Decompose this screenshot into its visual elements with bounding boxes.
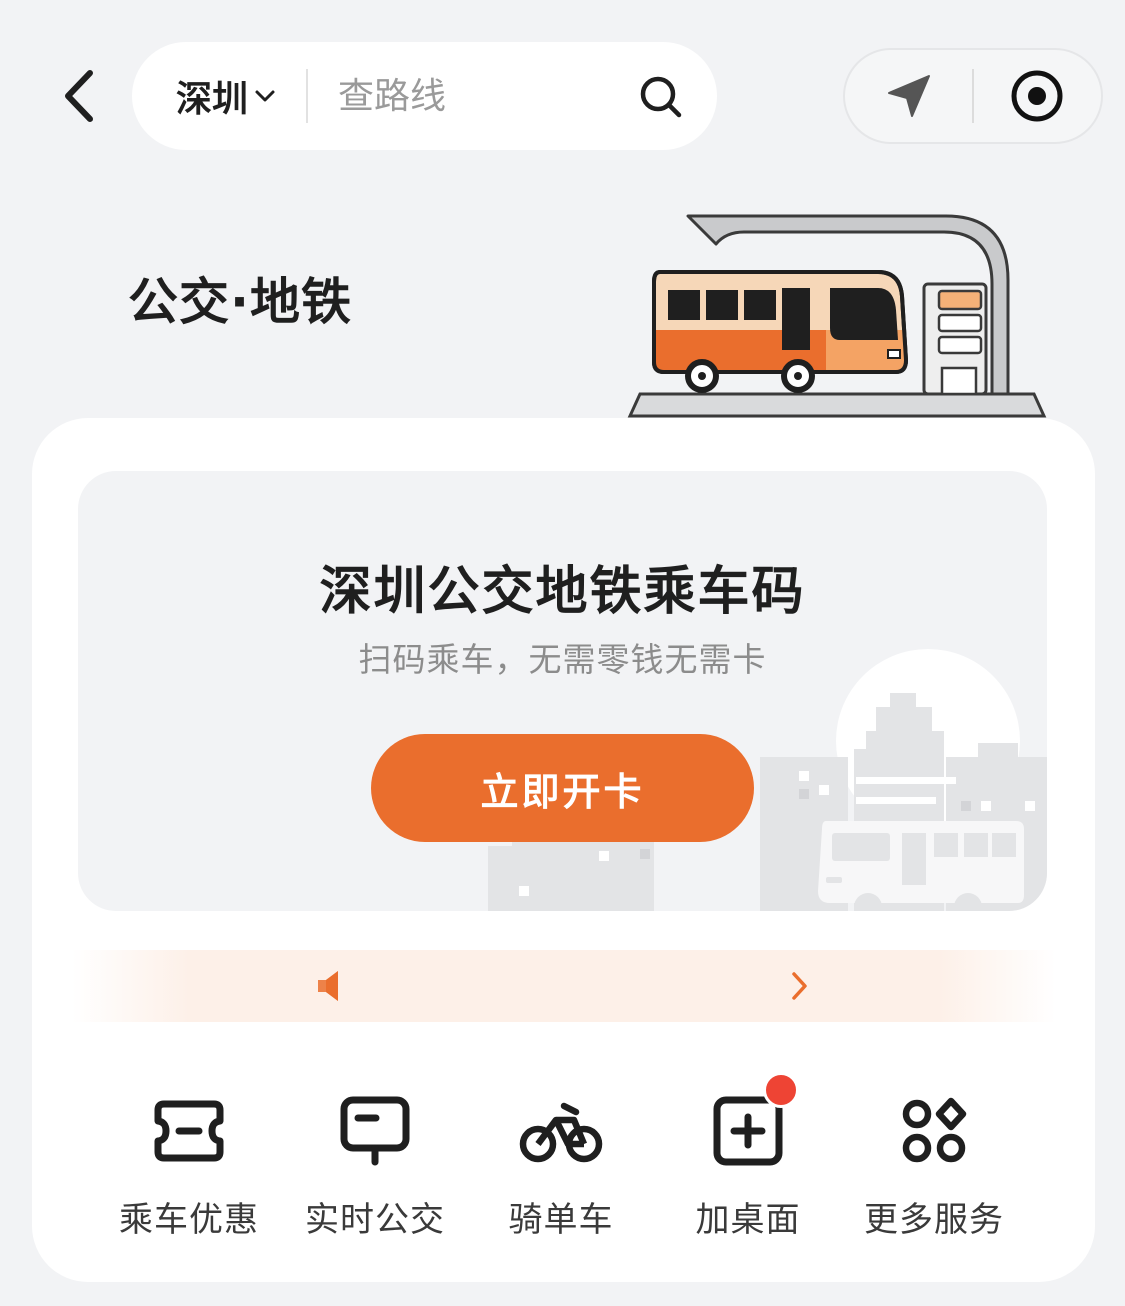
add-to-desktop-icon — [711, 1072, 799, 1168]
chevron-left-icon — [65, 70, 93, 122]
bus-station-illustration — [627, 214, 1047, 418]
ride-code-promo-card: 深圳公交地铁乘车码 扫码乘车，无需零钱无需卡 立即开卡 — [78, 471, 1047, 911]
service-ride-discount[interactable]: 乘车优惠 — [99, 1094, 279, 1244]
more-services-icon — [897, 1094, 971, 1168]
close-mini-program-button[interactable] — [974, 48, 1101, 144]
service-more[interactable]: 更多服务 — [844, 1094, 1024, 1244]
service-realtime-bus[interactable]: 实时公交 — [285, 1094, 465, 1244]
service-label: 更多服务 — [864, 1200, 1004, 1240]
search-icon[interactable] — [639, 75, 683, 119]
city-skyline-illustration — [488, 649, 1047, 911]
service-label: 实时公交 — [305, 1200, 445, 1240]
chevron-down-icon — [254, 85, 276, 107]
mini-program-capsule — [843, 48, 1103, 144]
service-bike[interactable]: 骑单车 — [471, 1094, 651, 1244]
speaker-icon — [318, 971, 338, 1001]
route-search-input[interactable] — [338, 75, 609, 117]
city-label: 深圳 — [176, 79, 249, 120]
record-target-icon — [1011, 70, 1063, 122]
bicycle-icon — [518, 1094, 604, 1168]
notification-badge — [763, 1072, 799, 1108]
promo-title: 深圳公交地铁乘车码 — [319, 562, 806, 622]
bus-sign-icon — [338, 1094, 412, 1168]
chevron-right-icon — [792, 972, 807, 1000]
location-button[interactable] — [845, 48, 972, 144]
ticket-icon — [152, 1094, 226, 1168]
promo-subtitle: 扫码乘车，无需零钱无需卡 — [358, 640, 767, 679]
service-label: 加桌面 — [695, 1200, 801, 1240]
navigation-arrow-icon — [887, 75, 930, 117]
open-card-button[interactable]: 立即开卡 — [371, 734, 754, 842]
service-grid: 乘车优惠 实时公交 骑单车 加桌面 更多服务 — [32, 1072, 1095, 1244]
service-label: 乘车优惠 — [119, 1200, 259, 1240]
service-add-to-desktop[interactable]: 加桌面 — [658, 1072, 838, 1244]
main-card: 深圳公交地铁乘车码 扫码乘车，无需零钱无需卡 立即开卡 乘车优惠 实时公交 骑单… — [32, 418, 1095, 1282]
service-label: 骑单车 — [508, 1200, 614, 1240]
notice-bar[interactable] — [72, 950, 1056, 1022]
search-bar: 深圳 — [132, 42, 717, 150]
page-title: 公交·地铁 — [128, 273, 352, 331]
city-selector[interactable]: 深圳 — [176, 70, 276, 122]
search-divider — [306, 69, 309, 123]
back-button[interactable] — [52, 66, 104, 126]
